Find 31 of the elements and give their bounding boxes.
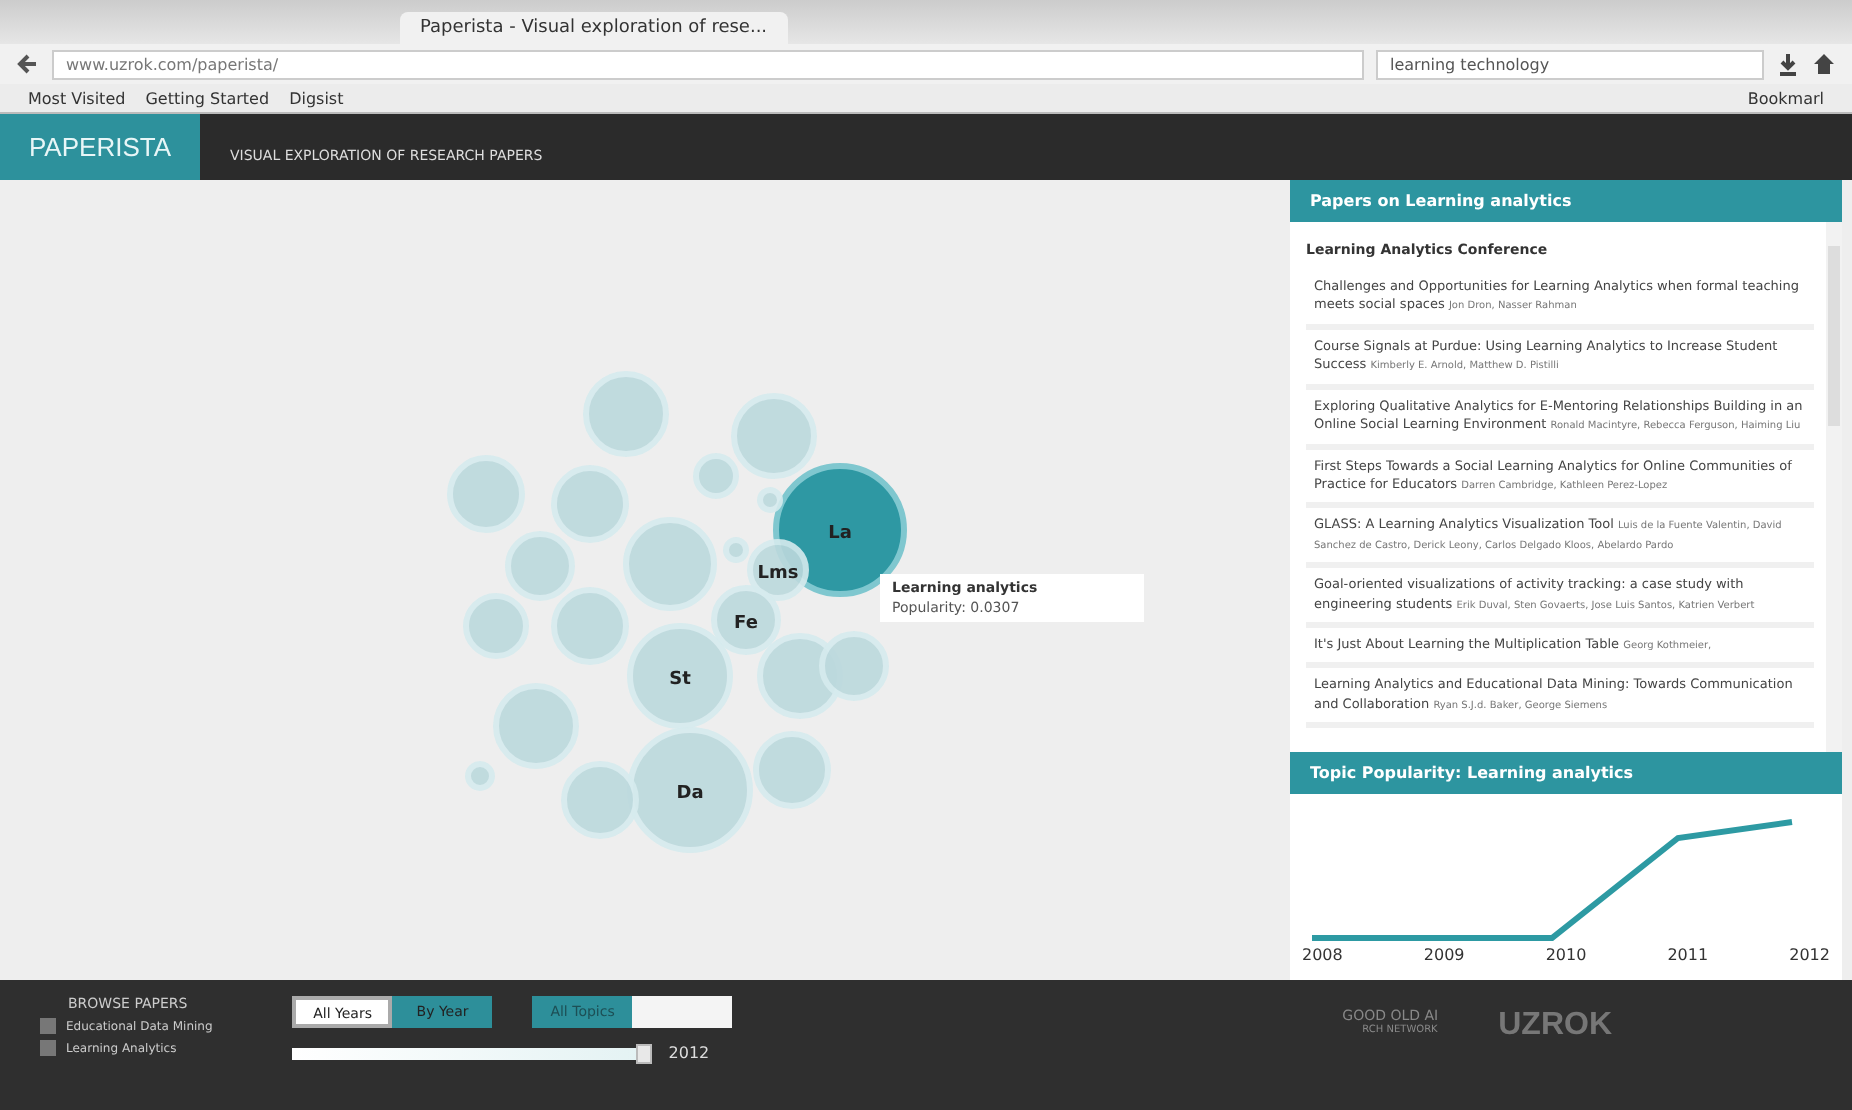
axis-label: 2012 (1789, 946, 1830, 964)
scrollbar[interactable] (1826, 222, 1842, 752)
bookmarks-menu[interactable]: Bookmarl (1747, 89, 1824, 107)
bookmark-link[interactable]: Getting Started (145, 89, 270, 107)
slider-thumb[interactable] (636, 1043, 653, 1063)
toggle-button[interactable] (632, 996, 733, 1028)
brand-logo: UZROK (1498, 1006, 1612, 1044)
slider-value: 2012 (668, 1044, 710, 1062)
legend-checkbox[interactable] (40, 1040, 56, 1056)
year-slider[interactable] (292, 1047, 653, 1059)
back-arrow-icon[interactable] (16, 52, 40, 76)
axis-label: 2010 (1545, 946, 1587, 964)
panel-header: Topic Popularity: Learning analytics (1290, 752, 1842, 794)
bookmark-link[interactable]: Most Visited (28, 89, 126, 107)
search-field[interactable]: learning technology (1376, 49, 1764, 79)
panel-header: Papers on Learning analytics (1290, 180, 1842, 222)
legend-checkbox[interactable] (40, 1018, 56, 1034)
browser-tab[interactable]: Paperista - Visual exploration of rese... (400, 12, 788, 44)
axis-label: 2008 (1302, 946, 1343, 964)
axis-label: 2011 (1667, 946, 1709, 964)
app-logo: PAPERISTA (0, 114, 200, 180)
bubble-label: St (669, 670, 691, 690)
bookmark-link[interactable]: Digsist (289, 89, 344, 107)
download-icon[interactable] (1776, 52, 1800, 76)
bubble-label: Fe (734, 614, 758, 634)
home-icon[interactable] (1812, 52, 1836, 76)
axis-label: 2009 (1423, 946, 1465, 964)
bubble-label: Lms (757, 564, 799, 584)
bubble-label: La (828, 524, 852, 544)
address-field[interactable]: www.uzrok.com/paperista/ (52, 49, 1364, 79)
bubble-label: Da (676, 784, 704, 804)
